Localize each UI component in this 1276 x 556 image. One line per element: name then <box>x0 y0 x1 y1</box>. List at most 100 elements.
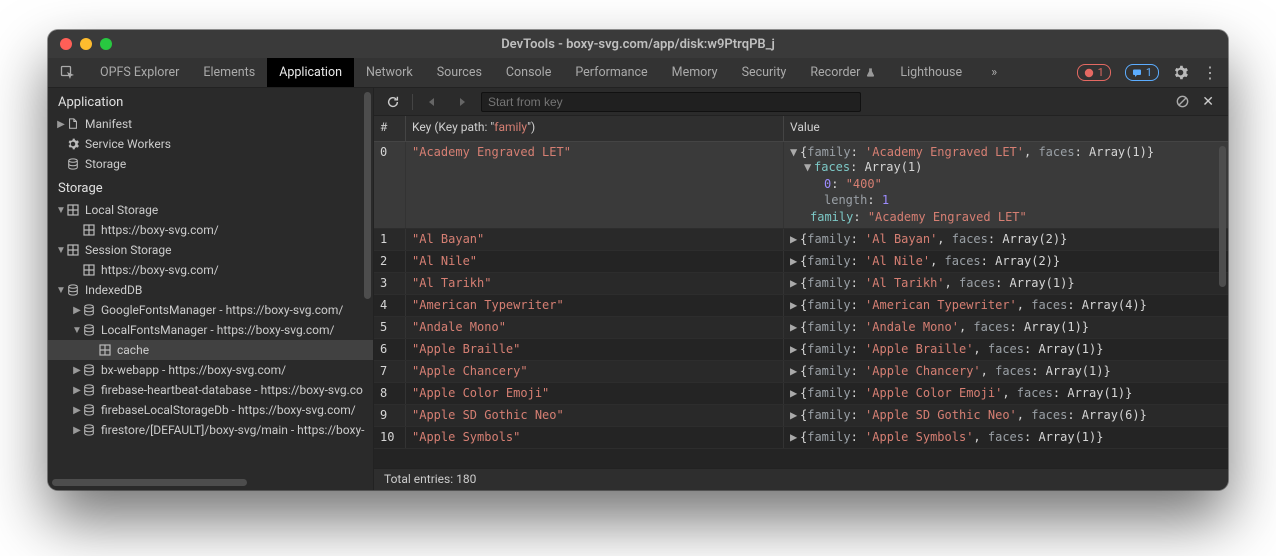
content-pane: ✕ # Key (Key path: "family") Value 0"Aca… <box>374 88 1228 490</box>
table-row[interactable]: 3"Al Tarikh"▶{family: 'Al Tarikh', faces… <box>374 273 1228 295</box>
devtools-tabbar: OPFS ExplorerElementsApplicationNetworkS… <box>48 58 1228 88</box>
sidebar-item[interactable]: ▼IndexedDB <box>48 280 373 300</box>
table-row[interactable]: 10"Apple Symbols"▶{family: 'Apple Symbol… <box>374 427 1228 449</box>
tab-opfs-explorer[interactable]: OPFS Explorer <box>88 58 191 87</box>
sidebar-item-label: firestore/[DEFAULT]/boxy-svg/main - http… <box>101 423 364 437</box>
row-value: ▼{family: 'Academy Engraved LET', faces:… <box>784 142 1228 228</box>
sidebar-item[interactable]: Service Workers <box>48 134 373 154</box>
sidebar-item[interactable]: ▼ LocalFontsManager - https://boxy-svg.co… <box>48 320 373 340</box>
sidebar-h-scrollbar[interactable] <box>52 479 247 486</box>
sidebar-item-label: Local Storage <box>85 203 158 217</box>
row-value: ▶{family: 'Apple Color Emoji', faces: Ar… <box>784 383 1228 404</box>
message-count: 1 <box>1146 66 1152 79</box>
table-row[interactable]: 0"Academy Engraved LET"▼{family: 'Academ… <box>374 142 1228 229</box>
tab-lighthouse[interactable]: Lighthouse <box>888 58 974 87</box>
tab-network[interactable]: Network <box>354 58 425 87</box>
row-key: "Al Tarikh" <box>406 273 784 294</box>
row-value: ▶{family: 'Apple Chancery', faces: Array… <box>784 361 1228 382</box>
kebab-menu-button[interactable]: ⋮ <box>1202 68 1218 78</box>
sidebar-item-label: LocalFontsManager - https://boxy-svg.com… <box>101 323 334 337</box>
chevron-right-icon[interactable]: ▶ <box>72 365 82 376</box>
prev-page-button[interactable] <box>421 91 443 113</box>
table-row[interactable]: 6"Apple Braille"▶{family: 'Apple Braille… <box>374 339 1228 361</box>
more-tabs-button[interactable]: » <box>974 58 1014 87</box>
tab-security[interactable]: Security <box>730 58 799 87</box>
header-value[interactable]: Value <box>784 116 1228 141</box>
db-icon <box>82 423 96 437</box>
chevron-right-icon[interactable]: ▶ <box>56 119 66 130</box>
chevron-down-icon[interactable]: ▼ <box>56 285 66 296</box>
chevron-right-icon[interactable]: ▶ <box>72 305 82 316</box>
row-value: ▶{family: 'Apple SD Gothic Neo', faces: … <box>784 405 1228 426</box>
tab-performance[interactable]: Performance <box>563 58 659 87</box>
row-index: 4 <box>374 295 406 316</box>
row-value: ▶{family: 'Apple Braille', faces: Array(… <box>784 339 1228 360</box>
clear-object-store-button[interactable] <box>1175 94 1190 109</box>
delete-selected-button[interactable]: ✕ <box>1202 94 1214 110</box>
row-key: "Apple Chancery" <box>406 361 784 382</box>
sidebar-item[interactable]: ▶firebaseLocalStorageDb - https://boxy-s… <box>48 400 373 420</box>
grid-icon <box>82 263 96 277</box>
row-key: "Apple SD Gothic Neo" <box>406 405 784 426</box>
idb-toolbar: ✕ <box>374 88 1228 116</box>
header-key[interactable]: Key (Key path: "family") <box>406 116 784 141</box>
sidebar-scroll[interactable]: Application▶ManifestService WorkersStora… <box>48 88 373 472</box>
chevron-right-icon[interactable]: ▶ <box>72 405 82 416</box>
db-icon <box>82 323 96 337</box>
sidebar-item-label: firebase-heartbeat-database - https://bo… <box>101 383 363 397</box>
chevron-right-icon[interactable]: ▶ <box>72 385 82 396</box>
sidebar-item[interactable]: ▶bx-webapp - https://boxy-svg.com/ <box>48 360 373 380</box>
sidebar-item[interactable]: ▶ firebase-heartbeat-database - https://b… <box>48 380 373 400</box>
refresh-button[interactable] <box>382 91 404 113</box>
table-row[interactable]: 4"American Typewriter"▶{family: 'America… <box>374 295 1228 317</box>
chevron-down-icon[interactable]: ▼ <box>72 325 82 336</box>
error-badge[interactable]: 1 <box>1077 64 1111 81</box>
sidebar-item[interactable]: ▶GoogleFontsManager - https://boxy-svg.c… <box>48 300 373 320</box>
chevron-right-icon[interactable]: ▶ <box>72 425 82 436</box>
settings-button[interactable] <box>1173 65 1188 80</box>
chevron-down-icon[interactable]: ▼ <box>56 245 66 256</box>
table-row[interactable]: 5"Andale Mono"▶{family: 'Andale Mono', f… <box>374 317 1228 339</box>
sidebar-heading: Storage <box>48 174 373 200</box>
chevron-down-icon[interactable]: ▼ <box>56 205 66 216</box>
grid-icon <box>66 243 80 257</box>
grid-icon <box>82 223 96 237</box>
tab-console[interactable]: Console <box>494 58 563 87</box>
idb-grid[interactable]: # Key (Key path: "family") Value 0"Acade… <box>374 116 1228 468</box>
row-value: ▶{family: 'American Typewriter', faces: … <box>784 295 1228 316</box>
file-icon <box>66 117 80 131</box>
sidebar-item[interactable]: https://boxy-svg.com/ <box>48 260 373 280</box>
grid-scrollbar[interactable] <box>1219 146 1226 287</box>
table-row[interactable]: 9"Apple SD Gothic Neo"▶{family: 'Apple S… <box>374 405 1228 427</box>
sidebar-scrollbar[interactable] <box>364 92 371 299</box>
next-page-button[interactable] <box>451 91 473 113</box>
db-icon <box>66 157 80 171</box>
table-row[interactable]: 1"Al Bayan"▶{family: 'Al Bayan', faces: … <box>374 229 1228 251</box>
db-icon <box>82 363 96 377</box>
sidebar-item[interactable]: ▼Session Storage <box>48 240 373 260</box>
grid-icon <box>98 343 112 357</box>
tab-sources[interactable]: Sources <box>425 58 494 87</box>
table-row[interactable]: 2"Al Nile"▶{family: 'Al Nile', faces: Ar… <box>374 251 1228 273</box>
sidebar-item[interactable]: cache <box>48 340 373 360</box>
sidebar-heading: Application <box>48 88 373 114</box>
row-value: ▶{family: 'Al Nile', faces: Array(2)} <box>784 251 1228 272</box>
start-from-key-input[interactable] <box>481 92 861 112</box>
sidebar-item[interactable]: ▼ Local Storage <box>48 200 373 220</box>
tab-application[interactable]: Application <box>267 58 354 87</box>
db-icon <box>82 303 96 317</box>
row-index: 3 <box>374 273 406 294</box>
message-badge[interactable]: 1 <box>1125 64 1159 81</box>
table-row[interactable]: 7"Apple Chancery"▶{family: 'Apple Chance… <box>374 361 1228 383</box>
tab-elements[interactable]: Elements <box>191 58 267 87</box>
tab-recorder[interactable]: Recorder <box>798 58 888 87</box>
sidebar-item[interactable]: Storage <box>48 154 373 174</box>
sidebar-item[interactable]: ▶ firestore/[DEFAULT]/boxy-svg/main - htt… <box>48 420 373 440</box>
inspect-element-button[interactable] <box>48 58 88 87</box>
tab-memory[interactable]: Memory <box>660 58 730 87</box>
grid-header: # Key (Key path: "family") Value <box>374 116 1228 142</box>
sidebar-item[interactable]: https://boxy-svg.com/ <box>48 220 373 240</box>
header-num[interactable]: # <box>374 116 406 141</box>
sidebar-item[interactable]: ▶Manifest <box>48 114 373 134</box>
table-row[interactable]: 8"Apple Color Emoji"▶{family: 'Apple Col… <box>374 383 1228 405</box>
